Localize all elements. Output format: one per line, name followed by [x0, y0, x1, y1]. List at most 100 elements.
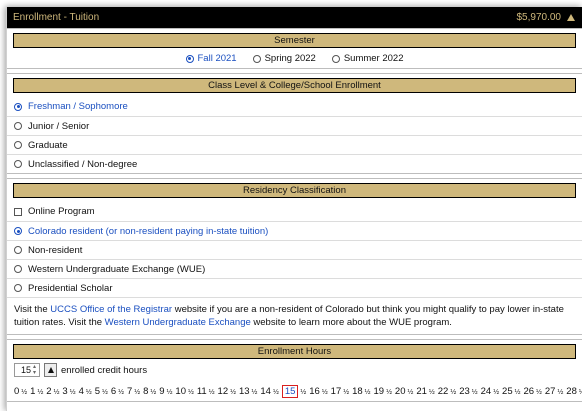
class-level-option-junior[interactable]: Junior / Senior: [7, 116, 582, 135]
semester-option-fall[interactable]: Fall 2021: [185, 53, 237, 64]
radio-icon[interactable]: [14, 265, 22, 273]
half-hour-option[interactable]: ½: [54, 389, 60, 396]
half-hour-option[interactable]: ½: [300, 389, 306, 396]
radio-icon[interactable]: [14, 102, 22, 111]
half-hour-option[interactable]: ½: [188, 389, 194, 396]
credit-hour-option[interactable]: 8: [143, 386, 148, 397]
half-hour-option[interactable]: ½: [70, 389, 76, 396]
credit-hour-option[interactable]: 6: [111, 386, 116, 397]
half-hour-option[interactable]: ½: [365, 389, 371, 396]
radio-icon[interactable]: [185, 54, 194, 63]
half-hour-option[interactable]: ½: [557, 389, 563, 396]
registrar-link[interactable]: UCCS Office of the Registrar: [50, 304, 172, 315]
credit-hour-option[interactable]: 26: [523, 386, 534, 397]
half-hour-option[interactable]: ½: [515, 389, 521, 396]
half-hour-option[interactable]: ½: [209, 389, 215, 396]
credit-hour-option[interactable]: 2: [46, 386, 51, 397]
radio-icon[interactable]: [252, 54, 261, 63]
checkbox-icon[interactable]: [14, 207, 22, 216]
class-level-option-graduate[interactable]: Graduate: [7, 135, 582, 154]
radio-icon[interactable]: [331, 54, 340, 63]
radio-icon[interactable]: [14, 284, 22, 292]
note-text: Visit the: [14, 304, 51, 315]
credit-hour-option[interactable]: 15: [281, 385, 299, 398]
collapse-icon[interactable]: [567, 14, 575, 21]
credit-hour-option[interactable]: 17: [331, 386, 342, 397]
half-hour-option[interactable]: ½: [536, 389, 542, 396]
half-hour-option[interactable]: ½: [429, 389, 435, 396]
credit-hour-option[interactable]: 14: [260, 386, 271, 397]
residency-option-presidential[interactable]: Presidential Scholar: [7, 278, 582, 297]
half-hour-option[interactable]: ½: [230, 389, 236, 396]
radio-icon[interactable]: [14, 122, 22, 130]
credit-hour-option[interactable]: 24: [481, 386, 492, 397]
credit-hour-option[interactable]: 27: [545, 386, 556, 397]
credit-hour-option[interactable]: 7: [127, 386, 132, 397]
credit-hour-option[interactable]: 4: [79, 386, 84, 397]
class-level-heading: Class Level & College/School Enrollment: [13, 78, 576, 93]
credit-hours-stepper[interactable]: 15 ▴ ▾: [14, 363, 40, 377]
half-hour-option[interactable]: ½: [386, 389, 392, 396]
credit-hour-option[interactable]: 13: [239, 386, 250, 397]
credit-hours-label: enrolled credit hours: [61, 364, 148, 376]
credit-hour-option[interactable]: 23: [459, 386, 470, 397]
semester-option-label: Spring 2022: [264, 53, 316, 64]
class-level-option-freshman[interactable]: Freshman / Sophomore: [7, 97, 582, 116]
half-hour-option[interactable]: ½: [102, 389, 108, 396]
credit-hour-option[interactable]: 11: [197, 386, 207, 397]
enrollment-hours-section: Enrollment Hours 15 ▴ ▾ enrolled credit h…: [7, 339, 582, 402]
radio-icon[interactable]: [14, 246, 22, 254]
credit-hour-option[interactable]: 9: [159, 386, 164, 397]
credit-hour-option[interactable]: 21: [416, 386, 427, 397]
credit-hour-option[interactable]: 19: [374, 386, 385, 397]
credit-hour-option[interactable]: 0: [14, 386, 19, 397]
radio-icon[interactable]: [14, 160, 22, 168]
half-hour-option[interactable]: ½: [167, 389, 173, 396]
semester-option-label: Summer 2022: [343, 53, 404, 64]
half-hour-option[interactable]: ½: [493, 389, 499, 396]
residency-option-colorado[interactable]: Colorado resident (or non-resident payin…: [7, 221, 582, 240]
credit-hour-option[interactable]: 20: [395, 386, 406, 397]
half-hour-option[interactable]: ½: [134, 389, 140, 396]
class-level-label: Unclassified / Non-degree: [28, 158, 138, 170]
half-hour-option[interactable]: ½: [150, 389, 156, 396]
half-hour-option[interactable]: ½: [273, 389, 279, 396]
class-level-label: Junior / Senior: [28, 120, 90, 132]
credit-hour-option[interactable]: 12: [218, 386, 229, 397]
credit-hour-option[interactable]: 10: [175, 386, 186, 397]
half-hour-option[interactable]: ½: [343, 389, 349, 396]
online-program-checkbox[interactable]: Online Program: [7, 202, 582, 221]
credit-hour-option[interactable]: 3: [62, 386, 67, 397]
credit-hour-option[interactable]: 16: [309, 386, 320, 397]
credit-hour-option[interactable]: 22: [438, 386, 449, 397]
stepper-arrows-icon[interactable]: ▴ ▾: [33, 364, 36, 376]
tuition-total: $5,970.00: [516, 12, 562, 23]
half-hour-option[interactable]: ½: [86, 389, 92, 396]
title-bar[interactable]: Enrollment - Tuition $5,970.00: [7, 7, 582, 28]
increment-button[interactable]: [44, 363, 57, 377]
semester-option-spring[interactable]: Spring 2022: [252, 53, 316, 64]
semester-options: Fall 2021 Spring 2022 Summer 2022: [7, 48, 582, 68]
credit-hour-option[interactable]: 18: [352, 386, 363, 397]
half-hour-option[interactable]: ½: [322, 389, 328, 396]
half-hour-option[interactable]: ½: [21, 389, 27, 396]
residency-option-nonresident[interactable]: Non-resident: [7, 240, 582, 259]
credit-hour-option[interactable]: 28: [566, 386, 577, 397]
credit-hour-option[interactable]: 1: [30, 386, 35, 397]
half-hour-option[interactable]: ½: [472, 389, 478, 396]
note-text: website to learn more about the WUE prog…: [250, 317, 452, 328]
residency-option-wue[interactable]: Western Undergraduate Exchange (WUE): [7, 259, 582, 278]
semester-option-summer[interactable]: Summer 2022: [331, 53, 404, 64]
class-level-options: Freshman / Sophomore Junior / Senior Gra…: [7, 97, 582, 173]
half-hour-option[interactable]: ½: [408, 389, 414, 396]
half-hour-option[interactable]: ½: [450, 389, 456, 396]
half-hour-option[interactable]: ½: [252, 389, 258, 396]
half-hour-option[interactable]: ½: [37, 389, 43, 396]
half-hour-option[interactable]: ½: [118, 389, 124, 396]
credit-hour-option[interactable]: 5: [95, 386, 100, 397]
credit-hour-option[interactable]: 25: [502, 386, 513, 397]
radio-icon[interactable]: [14, 227, 22, 235]
wue-link[interactable]: Western Undergraduate Exchange: [105, 317, 251, 328]
radio-icon[interactable]: [14, 141, 22, 149]
class-level-option-unclassified[interactable]: Unclassified / Non-degree: [7, 154, 582, 173]
